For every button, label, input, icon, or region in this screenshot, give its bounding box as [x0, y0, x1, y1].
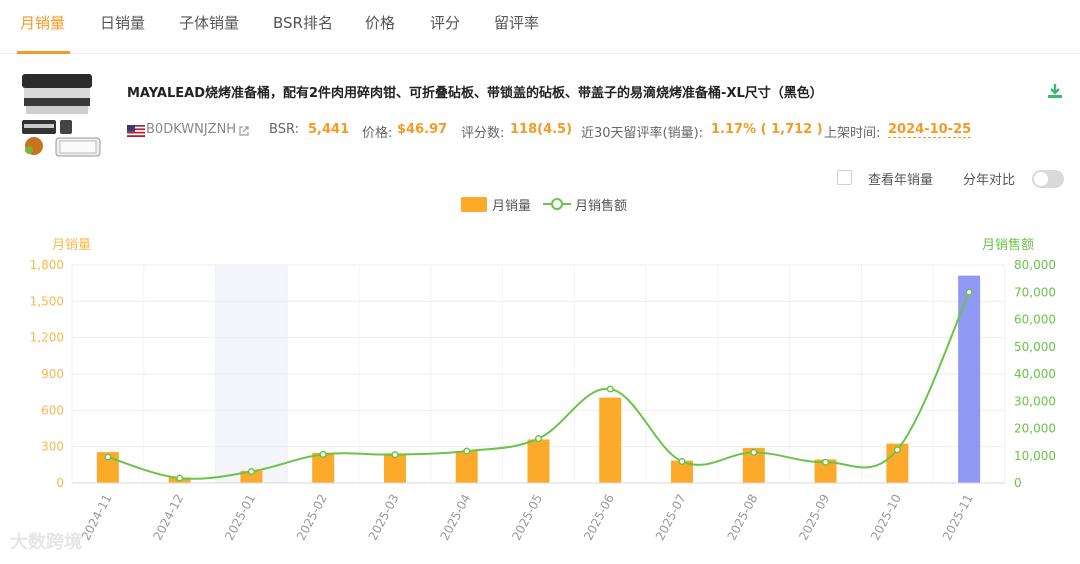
right-axis-tick: 40,000 — [1014, 367, 1056, 381]
bar-2025-04 — [455, 450, 478, 483]
revenue-point-2025-03 — [391, 451, 399, 459]
x-axis-tick: 2025-01 — [222, 492, 258, 543]
right-axis-tick: 70,000 — [1014, 285, 1056, 299]
right-axis-tick: 80,000 — [1014, 258, 1056, 272]
revenue-point-2025-08 — [750, 448, 758, 457]
watermark: 大数跨境 — [10, 532, 82, 553]
revenue-point-2025-11 — [965, 288, 973, 296]
right-axis-tick: 50,000 — [1014, 340, 1056, 354]
right-axis-tick: 10,000 — [1014, 449, 1056, 463]
revenue-point-2025-09 — [822, 458, 830, 466]
left-axis-tick: 1,200 — [30, 331, 64, 345]
right-axis-tick: 20,000 — [1014, 422, 1056, 436]
x-axis-tick: 2025-07 — [653, 492, 689, 543]
x-axis-tick: 2025-03 — [366, 492, 402, 543]
left-axis-tick: 1,800 — [30, 258, 64, 272]
revenue-point-2025-01 — [247, 468, 255, 476]
x-axis-tick: 2025-05 — [509, 492, 545, 543]
right-axis-tick: 30,000 — [1014, 394, 1056, 408]
right-axis-tick: 60,000 — [1014, 313, 1056, 327]
revenue-point-2025-07 — [678, 457, 686, 466]
revenue-point-2025-04 — [463, 447, 471, 455]
x-axis-tick: 2024-11 — [79, 492, 115, 543]
revenue-point-2025-06 — [606, 385, 614, 393]
bar-2025-05 — [527, 439, 550, 483]
bar-2025-11 — [958, 275, 981, 483]
x-axis-tick: 2025-11 — [940, 492, 976, 543]
sales-chart: 0 300 600 900 1,200 1,500 1,800 0 10,000 20,000 30… — [30, 258, 1056, 543]
x-axis-tick: 2024-12 — [150, 492, 186, 543]
left-axis-tick: 300 — [41, 440, 64, 454]
bar-2025-06 — [599, 397, 622, 483]
left-axis-tick: 900 — [41, 367, 64, 381]
revenue-point-2024-12 — [176, 474, 184, 482]
revenue-point-2025-05 — [534, 435, 543, 443]
x-axis-tick: 2025-08 — [725, 492, 761, 543]
x-axis-tick: 2025-06 — [581, 492, 617, 543]
left-axis-tick: 600 — [41, 403, 64, 417]
x-axis-tick: 2025-10 — [868, 492, 904, 543]
revenue-point-2025-02 — [319, 450, 327, 458]
x-axis-tick: 2025-04 — [437, 492, 473, 543]
x-axis-tick: 2025-09 — [796, 492, 832, 543]
left-axis-tick: 1,500 — [30, 294, 64, 308]
revenue-point-2024-11 — [104, 453, 112, 461]
x-axis-tick: 2025-02 — [294, 492, 330, 543]
revenue-point-2025-10 — [893, 446, 901, 454]
right-axis-tick: 0 — [1014, 476, 1022, 490]
left-axis-tick: 0 — [56, 476, 64, 490]
